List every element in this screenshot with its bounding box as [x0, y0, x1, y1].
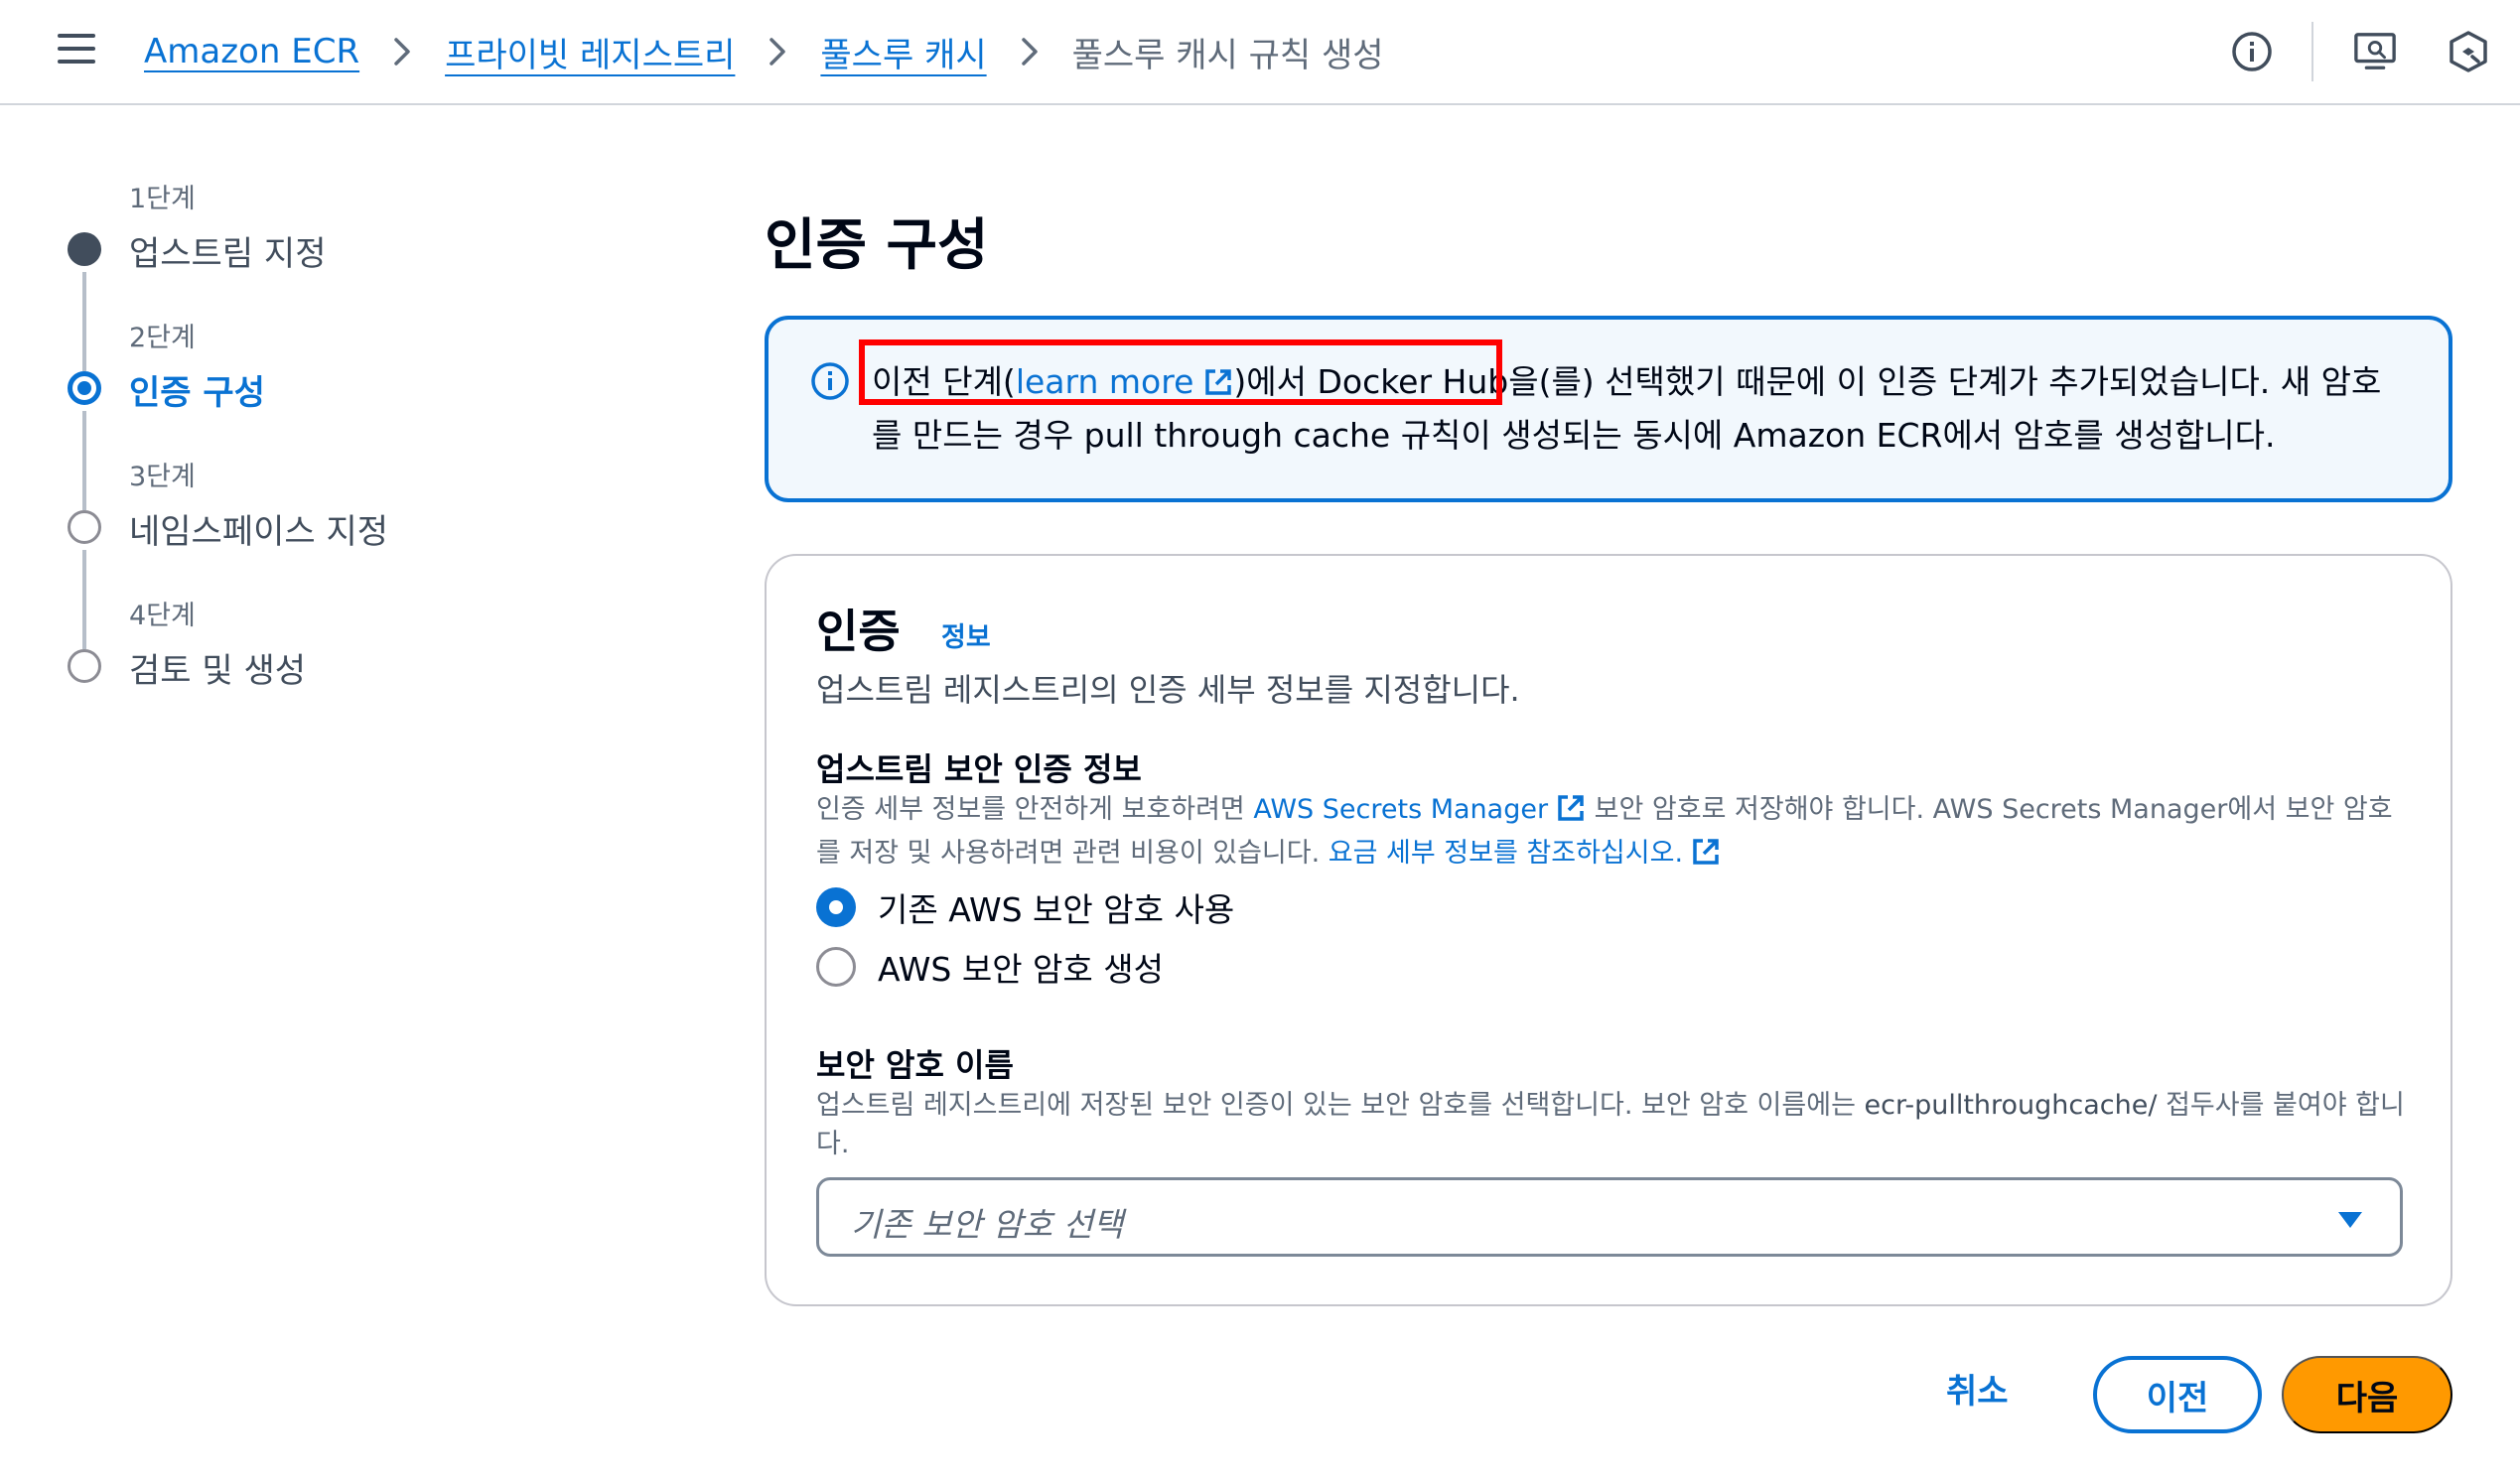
- step-2: 2단계 인증 구성: [60, 316, 556, 510]
- caret-down-icon[interactable]: [2336, 1210, 2364, 1234]
- top-navigation-bar: Amazon ECR 프라이빗 레지스트리 풀스루 캐시 풀스루 캐시 규칙 생…: [0, 0, 2520, 105]
- radio-unchecked-icon[interactable]: [816, 947, 856, 987]
- secret-prefix-code: ecr-pullthroughcache/: [1864, 1090, 2158, 1121]
- info-link[interactable]: 정보: [941, 615, 991, 654]
- pricing-link[interactable]: 요금 세부 정보를 참조하십시오.: [1329, 838, 1683, 869]
- breadcrumb-pull-through-cache[interactable]: 풀스루 캐시: [820, 28, 986, 76]
- credentials-label: 업스트림 보안 인증 정보: [816, 750, 1142, 788]
- step-pending-icon: [68, 510, 101, 544]
- breadcrumb-current: 풀스루 캐시 규칙 생성: [1071, 35, 1384, 75]
- page-title: 인증 구성: [765, 213, 989, 278]
- previous-button[interactable]: 이전: [2093, 1356, 2262, 1433]
- step-number: 4단계: [129, 601, 196, 631]
- secret-select-dropdown[interactable]: 기존 보안 암호 선택: [816, 1177, 2403, 1257]
- step-pending-icon: [68, 649, 101, 683]
- select-placeholder: 기존 보안 암호 선택: [851, 1205, 1124, 1244]
- step-4: 4단계 검토 및 생성: [60, 594, 556, 733]
- step-complete-icon: [68, 232, 101, 266]
- authentication-panel: 인증 정보 업스트림 레지스트리의 인증 세부 정보를 지정합니다. 업스트림 …: [765, 554, 2452, 1306]
- radio-use-existing-secret[interactable]: 기존 AWS 보안 암호 사용: [816, 883, 1234, 931]
- panel-description: 업스트림 레지스트리의 인증 세부 정보를 지정합니다.: [816, 671, 1520, 709]
- step-number: 2단계: [129, 323, 196, 353]
- wizard-steps: 1단계 업스트림 지정 2단계 인증 구성 3단계 네임스페이스 지정 4단계 …: [60, 177, 556, 733]
- step-name: 검토 및 생성: [129, 651, 307, 691]
- chevron-right-icon: [1021, 37, 1039, 67]
- breadcrumb-private-registry[interactable]: 프라이빗 레지스트리: [445, 28, 735, 76]
- panel-title: 인증: [816, 605, 901, 658]
- step-name: 네임스페이스 지정: [129, 512, 389, 552]
- info-panel-icon[interactable]: [2230, 30, 2274, 73]
- step-current-icon: [68, 371, 101, 405]
- breadcrumb: Amazon ECR 프라이빗 레지스트리 풀스루 캐시 풀스루 캐시 규칙 생…: [144, 26, 1384, 77]
- toolbar-divider: [2311, 22, 2313, 81]
- secrets-manager-link[interactable]: AWS Secrets Manager: [1253, 794, 1548, 825]
- step-1: 1단계 업스트림 지정: [60, 177, 556, 371]
- step-number: 1단계: [129, 184, 196, 214]
- next-button[interactable]: 다음: [2282, 1356, 2452, 1433]
- step-3: 3단계 네임스페이스 지정: [60, 455, 556, 649]
- external-link-icon[interactable]: [1691, 837, 1721, 877]
- secret-name-label: 보안 암호 이름: [816, 1046, 1014, 1084]
- external-link-icon[interactable]: [1556, 793, 1586, 834]
- amazon-q-icon[interactable]: [2447, 30, 2490, 73]
- info-circle-icon: [810, 361, 850, 405]
- secret-name-description: 업스트림 레지스트리에 저장된 보안 인증이 있는 보안 암호를 선택합니다. …: [816, 1090, 2405, 1159]
- credentials-description: 인증 세부 정보를 안전하게 보호하려면 AWS Secrets Manager…: [816, 790, 2415, 877]
- step-name[interactable]: 업스트림 지정: [129, 226, 327, 275]
- step-name: 인증 구성: [129, 373, 265, 413]
- step-number: 3단계: [129, 462, 196, 492]
- tutorial-panel-icon[interactable]: [2353, 30, 2397, 73]
- radio-checked-icon[interactable]: [816, 887, 856, 927]
- cancel-button[interactable]: 취소: [1946, 1364, 2009, 1413]
- top-right-tools: [2230, 0, 2520, 103]
- radio-create-secret[interactable]: AWS 보안 암호 생성: [816, 943, 1164, 991]
- chevron-right-icon: [393, 37, 411, 67]
- highlight-box: [859, 339, 1502, 405]
- breadcrumb-amazon-ecr[interactable]: Amazon ECR: [144, 32, 359, 71]
- menu-icon[interactable]: [58, 34, 95, 64]
- chevron-right-icon: [769, 37, 786, 67]
